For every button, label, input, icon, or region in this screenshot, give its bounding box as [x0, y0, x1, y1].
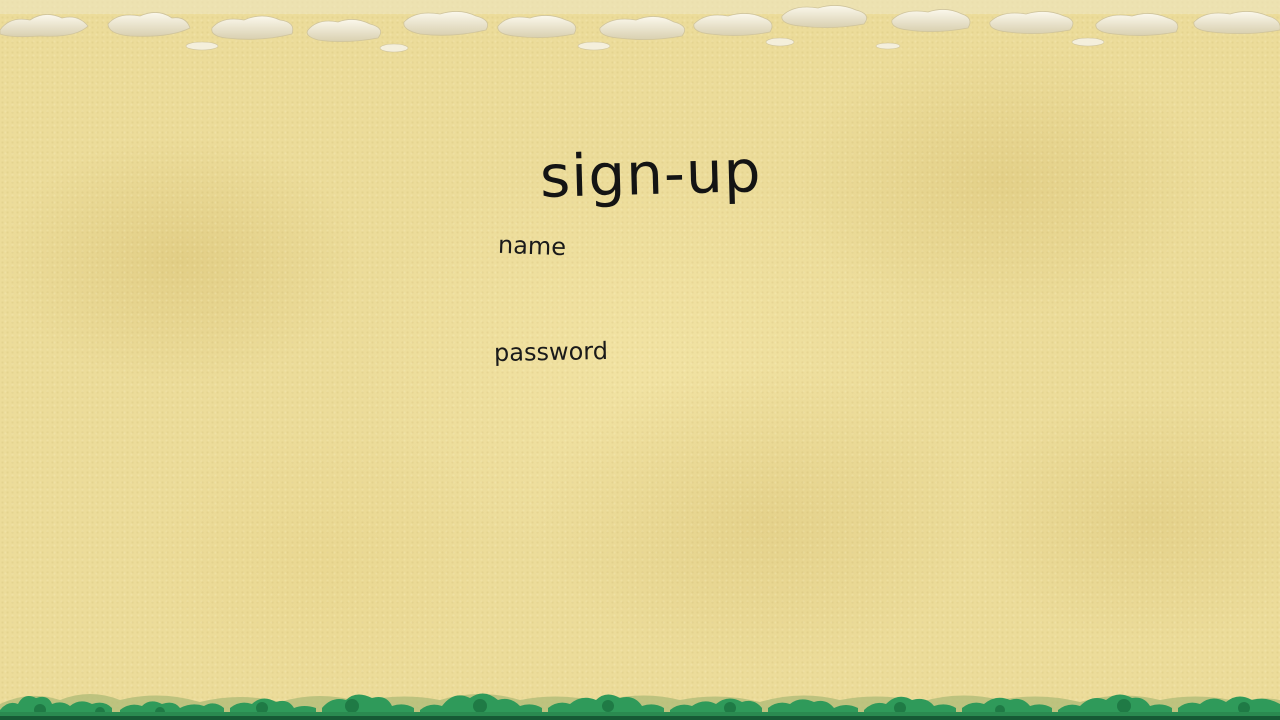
name-field[interactable]: [498, 270, 796, 310]
clouds-border: [0, 0, 1280, 60]
page-title: sign-up: [539, 137, 763, 211]
name-label: name: [497, 230, 567, 262]
password-label: password: [493, 337, 609, 367]
password-field[interactable]: [494, 376, 792, 416]
treeline-border: [0, 660, 1280, 720]
parchment-texture: [0, 0, 1280, 720]
